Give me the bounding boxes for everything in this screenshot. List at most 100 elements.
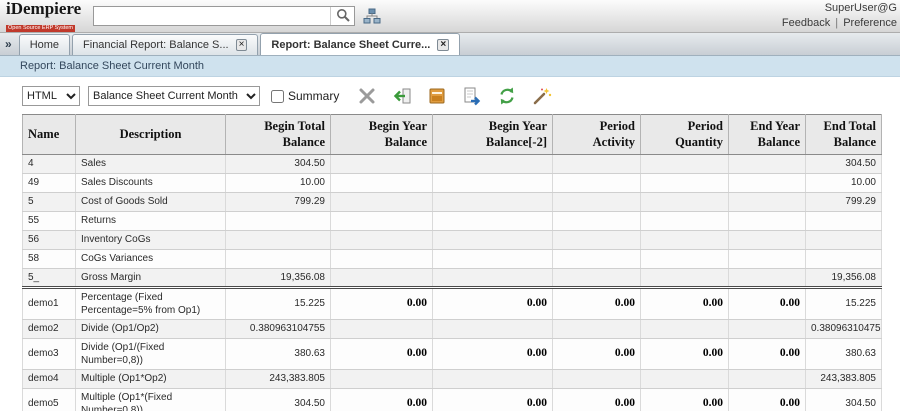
customize-icon[interactable] [356, 85, 378, 107]
row-value [806, 230, 882, 249]
summary-checkbox[interactable] [271, 90, 284, 103]
global-search [93, 6, 355, 26]
page-title: Report: Balance Sheet Current Month [0, 56, 900, 77]
row-value [729, 192, 806, 211]
row-value [433, 249, 553, 268]
table-row: 55Returns [23, 211, 882, 230]
row-description: Sales [76, 154, 226, 173]
summary-toggle[interactable]: Summary [271, 89, 339, 103]
column-header: End Total Balance [806, 115, 882, 155]
row-value: 243,383.805 [806, 369, 882, 388]
row-value: 0.00 [641, 388, 729, 411]
row-description: Multiple (Op1*(Fixed Number=0,8)) [76, 388, 226, 411]
export-file-icon[interactable] [461, 85, 483, 107]
logo-subtitle: Open Source ERP System [6, 25, 75, 33]
row-value: 19,356.08 [806, 268, 882, 287]
row-value [433, 369, 553, 388]
row-value: 380.63 [226, 338, 331, 369]
row-description: Percentage (Fixed Percentage=5% from Op1… [76, 287, 226, 319]
table-row: 56Inventory CoGs [23, 230, 882, 249]
report-table: NameDescriptionBegin Total BalanceBegin … [22, 114, 882, 411]
row-name: demo4 [23, 369, 76, 388]
row-name: 55 [23, 211, 76, 230]
link-separator: | [833, 17, 840, 29]
table-row: demo4Multiple (Op1*Op2)243,383.805243,38… [23, 369, 882, 388]
tab-financial-report-label: Financial Report: Balance S... [83, 39, 229, 51]
row-value [553, 173, 641, 192]
tab-bar: » Home Financial Report: Balance S... × … [0, 33, 900, 56]
row-value [729, 154, 806, 173]
row-value: 0.00 [433, 287, 553, 319]
tab-financial-report[interactable]: Financial Report: Balance S... × [72, 34, 258, 55]
tab-report-balance-sheet-label: Report: Balance Sheet Curre... [271, 39, 430, 51]
row-name: 5 [23, 192, 76, 211]
row-value [641, 154, 729, 173]
format-select[interactable]: HTML [22, 86, 80, 106]
row-value [331, 173, 433, 192]
top-bar: iDempiere Open Source ERP System SuperUs… [0, 0, 900, 33]
row-value [331, 192, 433, 211]
row-name: 49 [23, 173, 76, 192]
user-label: SuperUser@G [782, 2, 897, 14]
row-value [729, 369, 806, 388]
row-value: 0.00 [331, 338, 433, 369]
tab-overflow-icon[interactable]: » [5, 37, 12, 51]
row-value [641, 319, 729, 338]
row-description: Gross Margin [76, 268, 226, 287]
row-value: 0.00 [553, 338, 641, 369]
row-name: demo1 [23, 287, 76, 319]
row-value [729, 249, 806, 268]
row-description: Inventory CoGs [76, 230, 226, 249]
column-header: Description [76, 115, 226, 155]
column-header: Begin Total Balance [226, 115, 331, 155]
row-value: 304.50 [806, 154, 882, 173]
row-value [641, 211, 729, 230]
row-value [641, 173, 729, 192]
row-value: 0.00 [331, 388, 433, 411]
archive-icon[interactable] [426, 85, 448, 107]
export-icon[interactable] [391, 85, 413, 107]
row-description: Sales Discounts [76, 173, 226, 192]
refresh-icon[interactable] [496, 85, 518, 107]
row-value [226, 211, 331, 230]
sitemap-icon[interactable] [363, 8, 381, 24]
table-row: 49Sales Discounts10.0010.00 [23, 173, 882, 192]
row-value [729, 211, 806, 230]
column-header: Name [23, 115, 76, 155]
wizard-icon[interactable] [531, 85, 553, 107]
search-input[interactable] [94, 8, 330, 24]
column-header: Begin Year Balance [331, 115, 433, 155]
row-value: 0.00 [729, 388, 806, 411]
row-description: Divide (Op1/(Fixed Number=0,8)) [76, 338, 226, 369]
feedback-link[interactable]: Feedback [782, 17, 830, 29]
row-name: demo3 [23, 338, 76, 369]
row-value [433, 192, 553, 211]
table-row: demo2Divide (Op1/Op2)0.3809631047550.380… [23, 319, 882, 338]
row-name: demo5 [23, 388, 76, 411]
row-value: 304.50 [806, 388, 882, 411]
close-icon[interactable]: × [437, 39, 449, 51]
row-value: 0.00 [433, 338, 553, 369]
row-value [226, 230, 331, 249]
row-name: 4 [23, 154, 76, 173]
table-row: 4Sales304.50304.50 [23, 154, 882, 173]
tab-home[interactable]: Home [19, 34, 70, 55]
search-button[interactable] [330, 7, 354, 25]
row-value [433, 173, 553, 192]
row-value: 0.380963104755 [226, 319, 331, 338]
report-select[interactable]: Balance Sheet Current Month [88, 86, 260, 106]
row-value [553, 154, 641, 173]
toolbar-icons [356, 85, 553, 107]
preference-link[interactable]: Preference [843, 17, 897, 29]
column-header: Period Quantity [641, 115, 729, 155]
row-value [433, 230, 553, 249]
close-icon[interactable]: × [236, 39, 248, 51]
tab-report-balance-sheet[interactable]: Report: Balance Sheet Curre... × [260, 33, 460, 55]
row-value [553, 369, 641, 388]
row-value: 19,356.08 [226, 268, 331, 287]
tab-home-label: Home [30, 39, 59, 51]
table-row: demo1Percentage (Fixed Percentage=5% fro… [23, 287, 882, 319]
row-value: 0.380963104755 [806, 319, 882, 338]
row-value [433, 211, 553, 230]
row-value [331, 268, 433, 287]
